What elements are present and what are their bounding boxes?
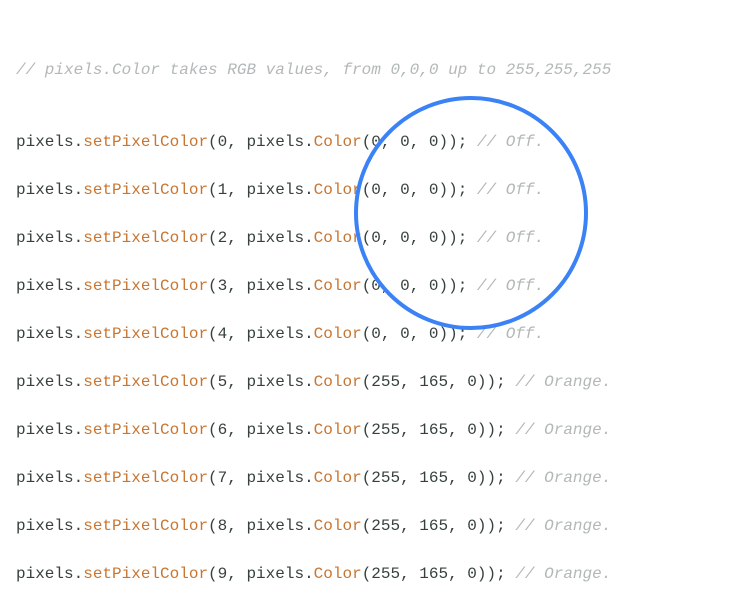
method-setpixelcolor: setPixelColor <box>83 181 208 199</box>
trail-comment: // Off. <box>477 133 544 151</box>
object-name: pixels. <box>16 277 83 295</box>
args-rgb: (255, 165, 0)); <box>362 517 516 535</box>
args-open: (9, pixels. <box>208 565 314 583</box>
args-open: (0, pixels. <box>208 133 314 151</box>
code-line: pixels.setPixelColor(6, pixels.Color(255… <box>16 418 718 442</box>
args-open: (1, pixels. <box>208 181 314 199</box>
method-setpixelcolor: setPixelColor <box>83 373 208 391</box>
method-color: Color <box>314 325 362 343</box>
code-line: pixels.setPixelColor(4, pixels.Color(0, … <box>16 322 718 346</box>
method-color: Color <box>314 133 362 151</box>
args-rgb: (0, 0, 0)); <box>362 277 477 295</box>
method-setpixelcolor: setPixelColor <box>83 133 208 151</box>
object-name: pixels. <box>16 373 83 391</box>
args-open: (3, pixels. <box>208 277 314 295</box>
trail-comment: // Orange. <box>515 517 611 535</box>
code-line: pixels.setPixelColor(7, pixels.Color(255… <box>16 466 718 490</box>
method-setpixelcolor: setPixelColor <box>83 565 208 583</box>
args-open: (4, pixels. <box>208 325 314 343</box>
method-color: Color <box>314 469 362 487</box>
method-color: Color <box>314 373 362 391</box>
trail-comment: // Off. <box>477 325 544 343</box>
method-setpixelcolor: setPixelColor <box>83 469 208 487</box>
args-rgb: (255, 165, 0)); <box>362 373 516 391</box>
args-rgb: (0, 0, 0)); <box>362 133 477 151</box>
code-line: pixels.setPixelColor(2, pixels.Color(0, … <box>16 226 718 250</box>
method-color: Color <box>314 229 362 247</box>
code-line: pixels.setPixelColor(3, pixels.Color(0, … <box>16 274 718 298</box>
object-name: pixels. <box>16 517 83 535</box>
object-name: pixels. <box>16 181 83 199</box>
trail-comment: // Orange. <box>515 565 611 583</box>
args-rgb: (255, 165, 0)); <box>362 469 516 487</box>
code-line: pixels.setPixelColor(9, pixels.Color(255… <box>16 562 718 586</box>
comment-header: // pixels.Color takes RGB values, from 0… <box>16 58 718 82</box>
object-name: pixels. <box>16 565 83 583</box>
args-rgb: (0, 0, 0)); <box>362 229 477 247</box>
method-color: Color <box>314 181 362 199</box>
args-rgb: (255, 165, 0)); <box>362 421 516 439</box>
args-open: (8, pixels. <box>208 517 314 535</box>
code-line: pixels.setPixelColor(5, pixels.Color(255… <box>16 370 718 394</box>
trail-comment: // Orange. <box>515 373 611 391</box>
object-name: pixels. <box>16 325 83 343</box>
args-rgb: (255, 165, 0)); <box>362 565 516 583</box>
args-open: (5, pixels. <box>208 373 314 391</box>
args-open: (2, pixels. <box>208 229 314 247</box>
object-name: pixels. <box>16 421 83 439</box>
args-open: (7, pixels. <box>208 469 314 487</box>
object-name: pixels. <box>16 133 83 151</box>
method-color: Color <box>314 517 362 535</box>
method-color: Color <box>314 277 362 295</box>
code-block: // pixels.Color takes RGB values, from 0… <box>16 10 718 600</box>
method-color: Color <box>314 565 362 583</box>
trail-comment: // Orange. <box>515 421 611 439</box>
args-open: (6, pixels. <box>208 421 314 439</box>
trail-comment: // Orange. <box>515 469 611 487</box>
code-line: pixels.setPixelColor(8, pixels.Color(255… <box>16 514 718 538</box>
code-line: pixels.setPixelColor(0, pixels.Color(0, … <box>16 130 718 154</box>
object-name: pixels. <box>16 229 83 247</box>
trail-comment: // Off. <box>477 229 544 247</box>
method-setpixelcolor: setPixelColor <box>83 517 208 535</box>
method-setpixelcolor: setPixelColor <box>83 229 208 247</box>
method-setpixelcolor: setPixelColor <box>83 421 208 439</box>
trail-comment: // Off. <box>477 277 544 295</box>
object-name: pixels. <box>16 469 83 487</box>
code-line: pixels.setPixelColor(1, pixels.Color(0, … <box>16 178 718 202</box>
trail-comment: // Off. <box>477 181 544 199</box>
args-rgb: (0, 0, 0)); <box>362 181 477 199</box>
method-setpixelcolor: setPixelColor <box>83 325 208 343</box>
method-setpixelcolor: setPixelColor <box>83 277 208 295</box>
args-rgb: (0, 0, 0)); <box>362 325 477 343</box>
method-color: Color <box>314 421 362 439</box>
